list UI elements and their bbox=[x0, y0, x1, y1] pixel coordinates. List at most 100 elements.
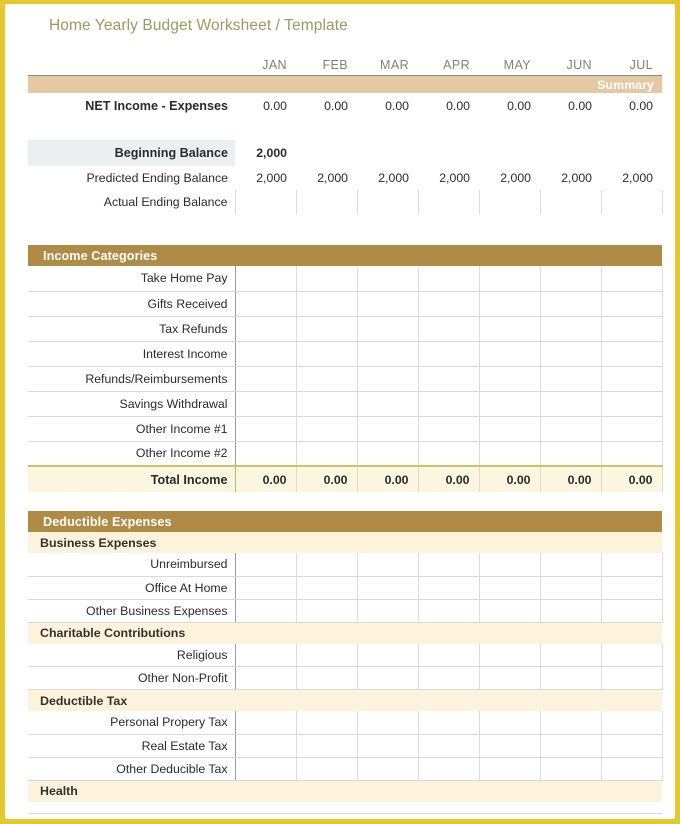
income-item-1-cell-jul[interactable] bbox=[601, 291, 663, 317]
income-item-7-cell-jul[interactable] bbox=[601, 441, 663, 467]
deduct-0-1-cell-jan[interactable] bbox=[235, 576, 297, 600]
deduct-1-0-cell-jun[interactable] bbox=[540, 643, 602, 667]
deduct-1-0-cell-mar[interactable] bbox=[357, 643, 419, 667]
deduct-2-0-cell-jan[interactable] bbox=[235, 711, 297, 735]
deduct-0-0-cell-jan[interactable] bbox=[235, 553, 297, 577]
actual-ending-balance-cell-jul[interactable] bbox=[600, 190, 663, 214]
deduct-0-2-cell-jun[interactable] bbox=[540, 599, 602, 623]
predicted-ending-balance-cell-may[interactable]: 2,000 bbox=[479, 166, 540, 190]
income-item-7-cell-may[interactable] bbox=[479, 441, 541, 467]
income-item-2-cell-may[interactable] bbox=[479, 316, 541, 342]
deduct-0-0-cell-jul[interactable] bbox=[601, 553, 663, 577]
deduct-1-1-cell-jan[interactable] bbox=[235, 666, 297, 690]
income-item-5-cell-may[interactable] bbox=[479, 391, 541, 417]
income-item-0-cell-jun[interactable] bbox=[540, 266, 602, 292]
income-item-4-cell-apr[interactable] bbox=[418, 366, 480, 392]
deduct-2-2-cell-apr[interactable] bbox=[418, 757, 480, 781]
income-item-3-cell-apr[interactable] bbox=[418, 341, 480, 367]
net-income-cell-jul[interactable]: 0.00 bbox=[601, 93, 662, 118]
predicted-ending-balance-cell-jan[interactable]: 2,000 bbox=[235, 166, 296, 190]
deduct-2-0-cell-jun[interactable] bbox=[540, 711, 602, 735]
deduct-2-1-cell-may[interactable] bbox=[479, 734, 541, 758]
deduct-0-1-cell-apr[interactable] bbox=[418, 576, 480, 600]
deduct-1-0-cell-may[interactable] bbox=[479, 643, 541, 667]
income-item-4-cell-jun[interactable] bbox=[540, 366, 602, 392]
income-item-2-cell-jan[interactable] bbox=[235, 316, 297, 342]
beginning-balance-cell-mar[interactable] bbox=[357, 140, 418, 166]
deduct-1-0-cell-jan[interactable] bbox=[235, 643, 297, 667]
income-item-4-cell-may[interactable] bbox=[479, 366, 541, 392]
deduct-1-1-cell-jun[interactable] bbox=[540, 666, 602, 690]
deduct-0-2-cell-mar[interactable] bbox=[357, 599, 419, 623]
deduct-1-0-cell-feb[interactable] bbox=[296, 643, 358, 667]
income-item-7-cell-apr[interactable] bbox=[418, 441, 480, 467]
deduct-1-1-cell-may[interactable] bbox=[479, 666, 541, 690]
income-item-3-cell-jun[interactable] bbox=[540, 341, 602, 367]
income-item-0-cell-apr[interactable] bbox=[418, 266, 480, 292]
deduct-2-2-cell-may[interactable] bbox=[479, 757, 541, 781]
net-income-cell-mar[interactable]: 0.00 bbox=[357, 93, 418, 118]
deduct-0-0-cell-may[interactable] bbox=[479, 553, 541, 577]
beginning-balance-cell-may[interactable] bbox=[479, 140, 540, 166]
actual-ending-balance-cell-apr[interactable] bbox=[417, 190, 480, 214]
income-item-2-cell-apr[interactable] bbox=[418, 316, 480, 342]
income-item-1-cell-feb[interactable] bbox=[296, 291, 358, 317]
deduct-0-1-cell-jul[interactable] bbox=[601, 576, 663, 600]
deduct-1-0-cell-apr[interactable] bbox=[418, 643, 480, 667]
deduct-1-1-cell-feb[interactable] bbox=[296, 666, 358, 690]
deduct-0-2-cell-apr[interactable] bbox=[418, 599, 480, 623]
income-item-4-cell-jan[interactable] bbox=[235, 366, 297, 392]
deduct-2-0-cell-apr[interactable] bbox=[418, 711, 480, 735]
income-item-5-cell-feb[interactable] bbox=[296, 391, 358, 417]
deduct-0-0-cell-apr[interactable] bbox=[418, 553, 480, 577]
income-item-7-cell-jan[interactable] bbox=[235, 441, 297, 467]
predicted-ending-balance-cell-feb[interactable]: 2,000 bbox=[296, 166, 357, 190]
income-item-0-cell-feb[interactable] bbox=[296, 266, 358, 292]
predicted-ending-balance-cell-apr[interactable]: 2,000 bbox=[418, 166, 479, 190]
deduct-2-1-cell-feb[interactable] bbox=[296, 734, 358, 758]
income-item-5-cell-apr[interactable] bbox=[418, 391, 480, 417]
income-item-7-cell-mar[interactable] bbox=[357, 441, 419, 467]
income-item-6-cell-apr[interactable] bbox=[418, 416, 480, 442]
deduct-0-0-cell-jun[interactable] bbox=[540, 553, 602, 577]
income-item-2-cell-jul[interactable] bbox=[601, 316, 663, 342]
deduct-2-1-cell-jan[interactable] bbox=[235, 734, 297, 758]
actual-ending-balance-cell-jan[interactable] bbox=[234, 190, 297, 214]
income-item-6-cell-jan[interactable] bbox=[235, 416, 297, 442]
income-item-6-cell-jul[interactable] bbox=[601, 416, 663, 442]
deduct-0-2-cell-jul[interactable] bbox=[601, 599, 663, 623]
income-item-1-cell-jun[interactable] bbox=[540, 291, 602, 317]
income-item-6-cell-may[interactable] bbox=[479, 416, 541, 442]
deduct-0-1-cell-feb[interactable] bbox=[296, 576, 358, 600]
income-item-2-cell-mar[interactable] bbox=[357, 316, 419, 342]
deduct-2-1-cell-mar[interactable] bbox=[357, 734, 419, 758]
net-income-cell-jun[interactable]: 0.00 bbox=[540, 93, 601, 118]
deduct-1-1-cell-mar[interactable] bbox=[357, 666, 419, 690]
deduct-2-0-cell-may[interactable] bbox=[479, 711, 541, 735]
beginning-balance-cell-jul[interactable] bbox=[601, 140, 662, 166]
net-income-cell-may[interactable]: 0.00 bbox=[479, 93, 540, 118]
income-item-7-cell-feb[interactable] bbox=[296, 441, 358, 467]
income-item-0-cell-mar[interactable] bbox=[357, 266, 419, 292]
income-item-3-cell-jul[interactable] bbox=[601, 341, 663, 367]
income-item-7-cell-jun[interactable] bbox=[540, 441, 602, 467]
income-item-0-cell-jul[interactable] bbox=[601, 266, 663, 292]
deduct-0-1-cell-mar[interactable] bbox=[357, 576, 419, 600]
deduct-2-0-cell-mar[interactable] bbox=[357, 711, 419, 735]
income-item-6-cell-feb[interactable] bbox=[296, 416, 358, 442]
income-item-2-cell-feb[interactable] bbox=[296, 316, 358, 342]
income-item-5-cell-mar[interactable] bbox=[357, 391, 419, 417]
predicted-ending-balance-cell-mar[interactable]: 2,000 bbox=[357, 166, 418, 190]
net-income-cell-apr[interactable]: 0.00 bbox=[418, 93, 479, 118]
net-income-cell-jan[interactable]: 0.00 bbox=[235, 93, 296, 118]
total-income-cell-jan[interactable]: 0.00 bbox=[235, 465, 297, 492]
beginning-balance-cell-jun[interactable] bbox=[540, 140, 601, 166]
deduct-1-1-cell-apr[interactable] bbox=[418, 666, 480, 690]
beginning-balance-cell-feb[interactable] bbox=[296, 140, 357, 166]
total-income-cell-apr[interactable]: 0.00 bbox=[418, 465, 480, 492]
predicted-ending-balance-cell-jul[interactable]: 2,000 bbox=[601, 166, 662, 190]
deduct-2-2-cell-jul[interactable] bbox=[601, 757, 663, 781]
total-income-cell-mar[interactable]: 0.00 bbox=[357, 465, 419, 492]
total-income-cell-jul[interactable]: 0.00 bbox=[601, 465, 663, 492]
total-income-cell-jun[interactable]: 0.00 bbox=[540, 465, 602, 492]
